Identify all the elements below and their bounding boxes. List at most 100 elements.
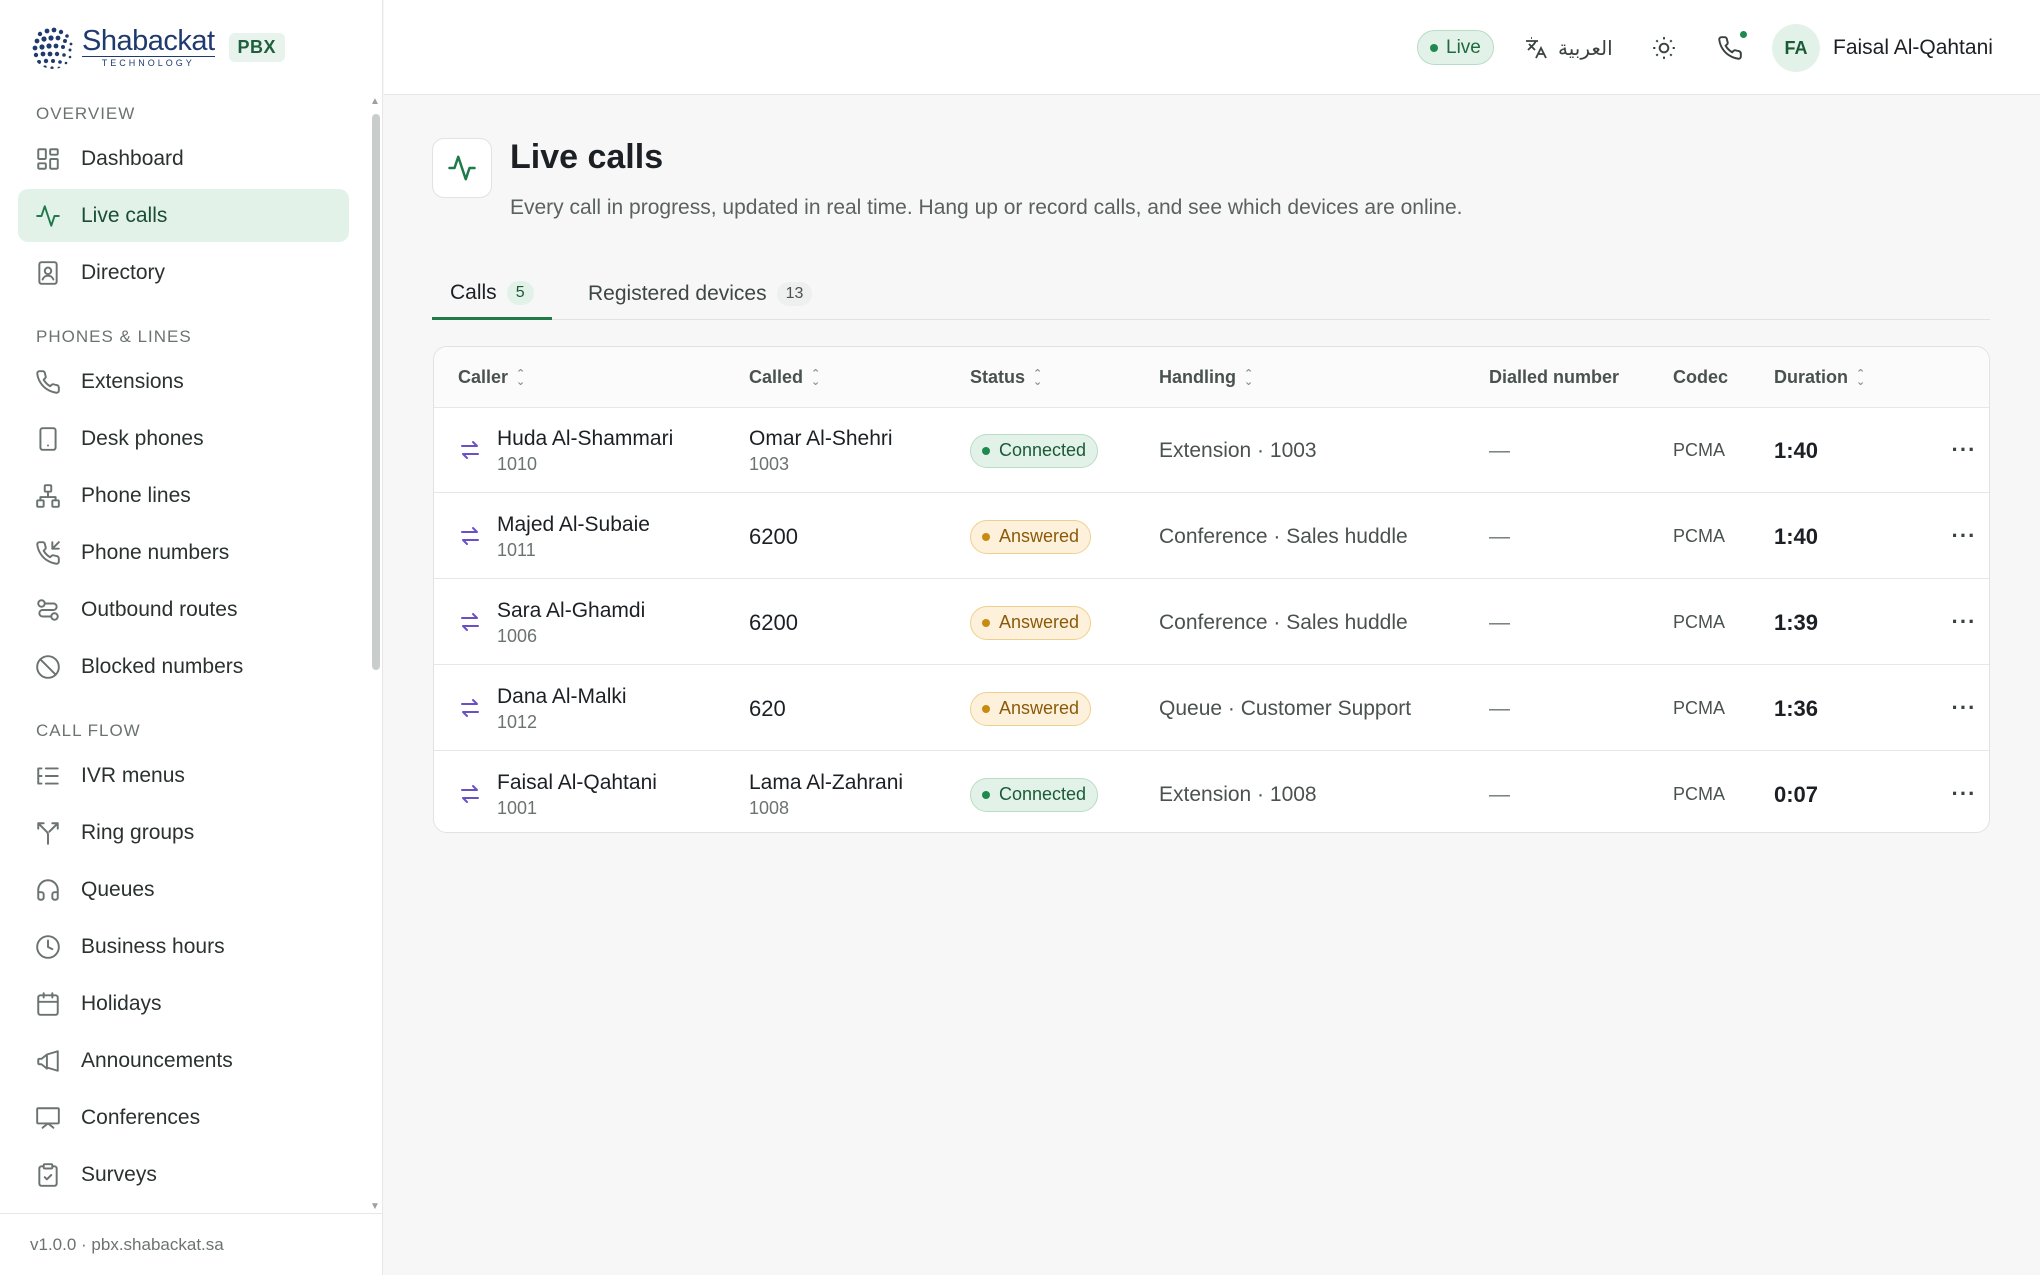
sidebar-item-label: Outbound routes (81, 597, 238, 621)
sidebar-item-label: Dashboard (81, 146, 184, 170)
sidebar-item-business-hours[interactable]: Business hours (18, 920, 349, 973)
handling-text: Extension · 1003 (1159, 438, 1317, 462)
dashboard-icon (35, 146, 61, 172)
list-tree-icon (35, 763, 61, 789)
theme-toggle-button[interactable] (1648, 32, 1680, 64)
megaphone-icon (35, 1048, 61, 1074)
sidebar-item-label: IVR menus (81, 763, 185, 787)
brand-logo[interactable]: Shabackat TECHNOLOGY PBX (30, 18, 286, 76)
table-row[interactable]: Majed Al-Subaie 1011 6200 Answered Confer… (434, 494, 1989, 579)
tab-calls[interactable]: Calls 5 (432, 268, 552, 320)
network-icon (35, 483, 61, 509)
sidebar-item-surveys[interactable]: Surveys (18, 1148, 349, 1201)
codec-text: PCMA (1673, 526, 1726, 546)
tab-label: Calls (450, 280, 497, 304)
scroll-down-arrow-icon[interactable]: ▼ (370, 1201, 380, 1212)
table-row[interactable]: Huda Al-Shammari 1010 Omar Al-Shehri 1003 … (434, 408, 1989, 493)
row-actions-more-icon[interactable]: ··· (1944, 432, 1984, 468)
handling-text: Extension · 1008 (1159, 782, 1317, 806)
phone-icon (35, 369, 61, 395)
sidebar-item-ring-groups[interactable]: Ring groups (18, 806, 349, 859)
nav-section-title: PHONES & LINES (36, 327, 192, 346)
sidebar-scrollbar[interactable]: ▲ ▼ (370, 96, 380, 1212)
column-header-label: Dialled number (1489, 367, 1620, 387)
call-direction-icon (458, 438, 482, 462)
status-badge: Connected (970, 777, 1099, 812)
sidebar-item-announcements[interactable]: Announcements (18, 1034, 349, 1087)
table-row[interactable]: Faisal Al-Qahtani 1001 Lama Al-Zahrani 100… (434, 752, 1989, 832)
ban-icon (35, 654, 61, 680)
sidebar-item-label: Ring groups (81, 820, 195, 844)
version-footer: v1.0.0 · pbx.shabackat.sa (0, 1213, 383, 1275)
sidebar-item-phone-numbers[interactable]: Phone numbers (18, 526, 349, 579)
column-header-label: Handling (1159, 367, 1236, 387)
caller-extension: 1010 (497, 453, 538, 474)
column-header-caller[interactable]: Caller ⌃ ⌄ (458, 347, 525, 408)
sun-icon (1653, 37, 1675, 59)
sidebar-item-queues[interactable]: Queues (18, 863, 349, 916)
column-header-handling[interactable]: Handling ⌃ ⌄ (1159, 347, 1253, 408)
row-actions-more-icon[interactable]: ··· (1944, 690, 1984, 726)
softphone-button[interactable] (1714, 29, 1749, 64)
tab-registered-devices[interactable]: Registered devices 13 (578, 268, 822, 320)
user-menu[interactable]: FA Faisal Al-Qahtani (1772, 23, 1993, 73)
sidebar-item-dashboard[interactable]: Dashboard (18, 132, 349, 185)
pbx-badge: PBX (228, 32, 286, 62)
live-calls-table: Caller ⌃ ⌄ Called ⌃ ⌄ Status ⌃ ⌄ Handling ⌃ ⌄ Di… (433, 346, 1990, 833)
table-row[interactable]: Dana Al-Malki 1012 620 Answered Queue · C… (434, 666, 1989, 751)
sidebar-item-desk-phones[interactable]: Desk phones (18, 412, 349, 465)
column-header-label: Status (970, 367, 1026, 387)
sidebar-item-label: Queues (81, 877, 155, 901)
sort-icon: ⌃ ⌄ (811, 367, 821, 388)
brand-word: Shabackat (82, 24, 215, 57)
avatar: FA (1772, 24, 1820, 72)
sidebar-item-outbound-routes[interactable]: Outbound routes (18, 583, 349, 636)
phone-icon (1718, 36, 1742, 60)
language-toggle-button[interactable]: العربية (1524, 28, 1613, 68)
scroll-thumb[interactable] (372, 114, 380, 670)
sidebar-item-extensions[interactable]: Extensions (18, 355, 349, 408)
sidebar-item-label: Directory (81, 260, 166, 284)
caller-extension: 1006 (497, 625, 538, 646)
caller-name: Faisal Al-Qahtani (497, 770, 657, 794)
column-header-status[interactable]: Status ⌃ ⌄ (970, 347, 1042, 408)
column-header-called[interactable]: Called ⌃ ⌄ (749, 347, 820, 408)
row-actions-more-icon[interactable]: ··· (1944, 776, 1984, 812)
sidebar-item-conferences[interactable]: Conferences (18, 1091, 349, 1144)
caller-extension: 1001 (497, 797, 538, 818)
sidebar-item-phone-lines[interactable]: Phone lines (18, 469, 349, 522)
sort-icon: ⌃ ⌄ (1244, 367, 1254, 388)
sidebar-item-holidays[interactable]: Holidays (18, 977, 349, 1030)
status-label: Connected (999, 784, 1087, 804)
split-icon (35, 820, 61, 846)
contact-book-icon (35, 260, 61, 286)
status-badge: Answered (970, 691, 1092, 726)
sidebar-item-label: Live calls (81, 203, 168, 227)
status-label: Connected (999, 440, 1087, 460)
calendar-icon (35, 991, 61, 1017)
sidebar-item-directory[interactable]: Directory (18, 246, 349, 299)
status-label: Answered (999, 526, 1080, 546)
called-number: 6200 (749, 523, 798, 549)
table-row[interactable]: Sara Al-Ghamdi 1006 6200 Answered Confere… (434, 580, 1989, 665)
called-name: Omar Al-Shehri (749, 426, 893, 450)
sidebar-item-label: Surveys (81, 1162, 157, 1186)
duration-text: 1:40 (1774, 437, 1819, 463)
caller-extension: 1012 (497, 711, 538, 732)
column-header-duration[interactable]: Duration ⌃ ⌄ (1774, 347, 1865, 408)
row-actions-more-icon[interactable]: ··· (1944, 518, 1984, 554)
activity-icon (35, 203, 61, 229)
online-indicator (1738, 29, 1749, 40)
status-badge: Answered (970, 519, 1092, 554)
sidebar-item-ivr-menus[interactable]: IVR menus (18, 749, 349, 802)
sidebar-item-live-calls[interactable]: Live calls (18, 189, 349, 242)
row-actions-more-icon[interactable]: ··· (1944, 604, 1984, 640)
sidebar-item-blocked-numbers[interactable]: Blocked numbers (18, 640, 349, 693)
live-label: Live (1446, 36, 1481, 58)
presentation-icon (35, 1105, 61, 1131)
scroll-up-arrow-icon[interactable]: ▲ (370, 96, 380, 107)
call-direction-icon (458, 782, 482, 806)
sidebar-item-label: Phone numbers (81, 540, 230, 564)
status-label: Answered (999, 612, 1080, 632)
dialled-number: — (1489, 782, 1510, 806)
